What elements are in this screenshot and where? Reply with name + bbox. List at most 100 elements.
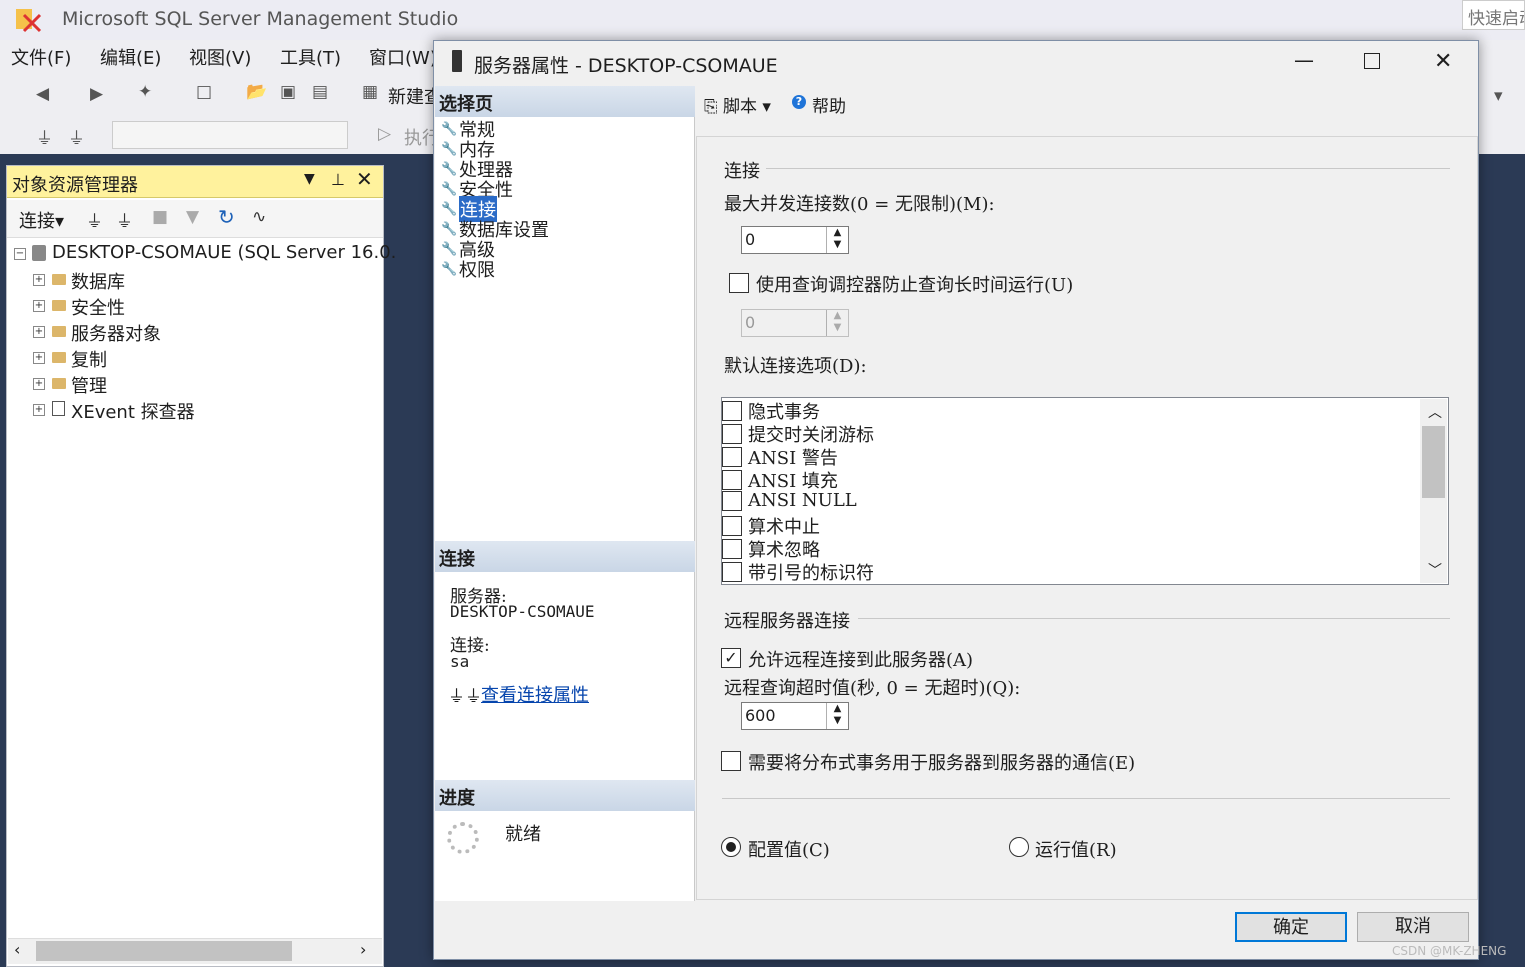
max-connections-value: 0 <box>745 230 756 249</box>
expand-icon[interactable]: + <box>33 274 45 286</box>
filter-icon[interactable]: ▼ <box>186 207 199 227</box>
forward-icon[interactable]: ▶ <box>90 84 103 104</box>
connect-icon[interactable]: ⏚ <box>36 124 53 149</box>
minimize-icon[interactable]: — <box>1294 48 1314 72</box>
back-icon[interactable]: ◀ <box>36 84 49 104</box>
add-item-icon[interactable]: □ <box>196 82 212 102</box>
tree-node-databases[interactable]: 数据库 <box>71 268 125 294</box>
database-select[interactable] <box>112 121 348 149</box>
scroll-down-icon[interactable]: ﹀ <box>1428 560 1442 580</box>
disconnect-icon[interactable]: ⏚ <box>116 207 133 232</box>
menu-tools[interactable]: 工具(T) <box>280 44 341 70</box>
option-checkbox[interactable] <box>722 401 742 421</box>
maximize-icon[interactable] <box>1364 53 1380 69</box>
list-item[interactable]: 带引号的标识符 <box>722 559 874 584</box>
allow-remote-checkbox[interactable]: ✓ <box>721 648 741 668</box>
wrench-icon: 🔧 <box>441 241 458 257</box>
connect-dropdown[interactable]: 连接▾ <box>19 207 64 233</box>
dropdown-icon[interactable]: ▼ <box>304 171 315 187</box>
default-options-list[interactable]: 隐式事务 提交时关闭游标 ANSI 警告 ANSI 填充 ANSI NULL 算… <box>721 397 1449 585</box>
watermark: CSDN @MK-ZHENG <box>1392 944 1507 958</box>
option-checkbox[interactable] <box>722 516 742 536</box>
cancel-button[interactable]: 取消 <box>1357 912 1469 942</box>
server-icon <box>452 50 462 72</box>
help-button[interactable]: 帮助 <box>812 92 846 117</box>
tree-node-xevent[interactable]: XEvent 探查器 <box>71 398 195 424</box>
execute-icon[interactable]: ▷ <box>378 124 391 144</box>
allow-remote-label: 允许远程连接到此服务器(A) <box>748 650 974 671</box>
expand-icon[interactable]: + <box>33 378 45 390</box>
help-icon[interactable]: ? <box>792 95 806 109</box>
quick-launch-input[interactable]: 快速启动 <box>1462 0 1525 30</box>
close-icon[interactable]: ✕ <box>356 167 373 191</box>
spin-updown-icon[interactable]: ▲ ▼ <box>826 227 848 253</box>
connect-label: 连接 <box>19 211 55 232</box>
option-checkbox[interactable] <box>722 447 742 467</box>
list-item[interactable]: ANSI NULL <box>722 490 857 511</box>
running-value-label: 运行值(R) <box>1035 840 1117 861</box>
activity-monitor-icon[interactable]: ∿ <box>252 207 266 227</box>
scrollbar-thumb[interactable] <box>1422 426 1445 498</box>
tree-server-node[interactable]: DESKTOP-CSOMAUE (SQL Server 16.0. <box>52 242 396 263</box>
tree-node-server-objects[interactable]: 服务器对象 <box>71 320 161 346</box>
close-icon[interactable]: ✕ <box>1434 49 1452 74</box>
refresh-icon[interactable]: ↻ <box>218 205 235 229</box>
object-explorer-panel <box>6 165 384 967</box>
save-icon[interactable]: ▣ <box>280 82 296 102</box>
option-checkbox[interactable] <box>722 539 742 559</box>
pin-icon[interactable]: ⊥ <box>331 170 345 189</box>
governor-value: 0 <box>745 313 756 332</box>
menu-file[interactable]: 文件(F) <box>11 44 71 70</box>
dialog-title: 服务器属性 - DESKTOP-CSOMAUE <box>474 55 778 77</box>
config-value-label: 配置值(C) <box>748 840 830 861</box>
save-all-icon[interactable]: ▤ <box>312 82 328 102</box>
folder-icon <box>52 300 66 311</box>
view-connection-properties-link[interactable]: 查看连接属性 <box>481 681 589 707</box>
tree-node-management[interactable]: 管理 <box>71 372 107 398</box>
option-checkbox[interactable] <box>722 490 742 511</box>
menu-view[interactable]: 视图(V) <box>189 44 251 70</box>
running-value-radio[interactable] <box>1009 837 1029 857</box>
tree-node-security[interactable]: 安全性 <box>71 294 125 320</box>
option-checkbox[interactable] <box>722 470 742 490</box>
plug-icon[interactable]: ⏚ <box>86 207 103 232</box>
scroll-right-icon[interactable]: › <box>360 940 366 959</box>
divider <box>722 798 1450 799</box>
new-project-icon[interactable]: ✦ <box>138 82 152 102</box>
scrollbar-thumb[interactable] <box>36 941 292 961</box>
config-value-radio[interactable] <box>721 837 741 857</box>
menu-window[interactable]: 窗口(W) <box>369 44 437 70</box>
stop-icon[interactable]: ■ <box>152 207 168 227</box>
tree-node-replication[interactable]: 复制 <box>71 346 107 372</box>
open-file-icon[interactable]: 📂 <box>246 82 267 102</box>
use-governor-checkbox[interactable] <box>729 273 749 293</box>
new-query-icon[interactable]: ▦ <box>362 82 378 102</box>
menu-edit[interactable]: 编辑(E) <box>100 44 161 70</box>
require-dtc-checkbox[interactable] <box>721 751 741 771</box>
expand-icon[interactable]: + <box>33 352 45 364</box>
remote-timeout-label: 远程查询超时值(秒, 0 = 无超时)(Q): <box>724 678 1021 699</box>
spin-updown-icon[interactable]: ▲ ▼ <box>826 703 848 729</box>
expand-icon[interactable]: + <box>33 404 45 416</box>
option-checkbox[interactable] <box>722 424 742 444</box>
remote-timeout-value: 600 <box>745 706 776 725</box>
radio-dot <box>726 842 736 852</box>
page-label: 权限 <box>459 260 495 281</box>
expand-icon[interactable]: + <box>33 326 45 338</box>
option-checkbox[interactable] <box>722 562 742 582</box>
toolbar-overflow-icon[interactable]: ▾ <box>1494 86 1503 106</box>
spin-updown-icon[interactable]: ▲ ▼ <box>826 310 848 336</box>
ssms-logo-icon <box>14 5 44 35</box>
script-button[interactable]: ⎘ 脚本 ▾ <box>704 92 771 117</box>
option-label: 带引号的标识符 <box>748 563 874 584</box>
scroll-up-icon[interactable]: ︿ <box>1428 402 1442 422</box>
divider <box>766 168 1450 169</box>
change-connection-icon[interactable]: ⏚ <box>68 124 85 149</box>
expand-icon[interactable]: + <box>33 300 45 312</box>
ok-button[interactable]: 确定 <box>1235 912 1347 942</box>
page-permissions[interactable]: 🔧 权限 <box>441 256 495 282</box>
collapse-icon[interactable]: − <box>14 248 26 260</box>
select-page-header: 选择页 <box>435 86 695 117</box>
app-title: Microsoft SQL Server Management Studio <box>62 8 459 30</box>
scroll-left-icon[interactable]: ‹ <box>14 940 20 959</box>
